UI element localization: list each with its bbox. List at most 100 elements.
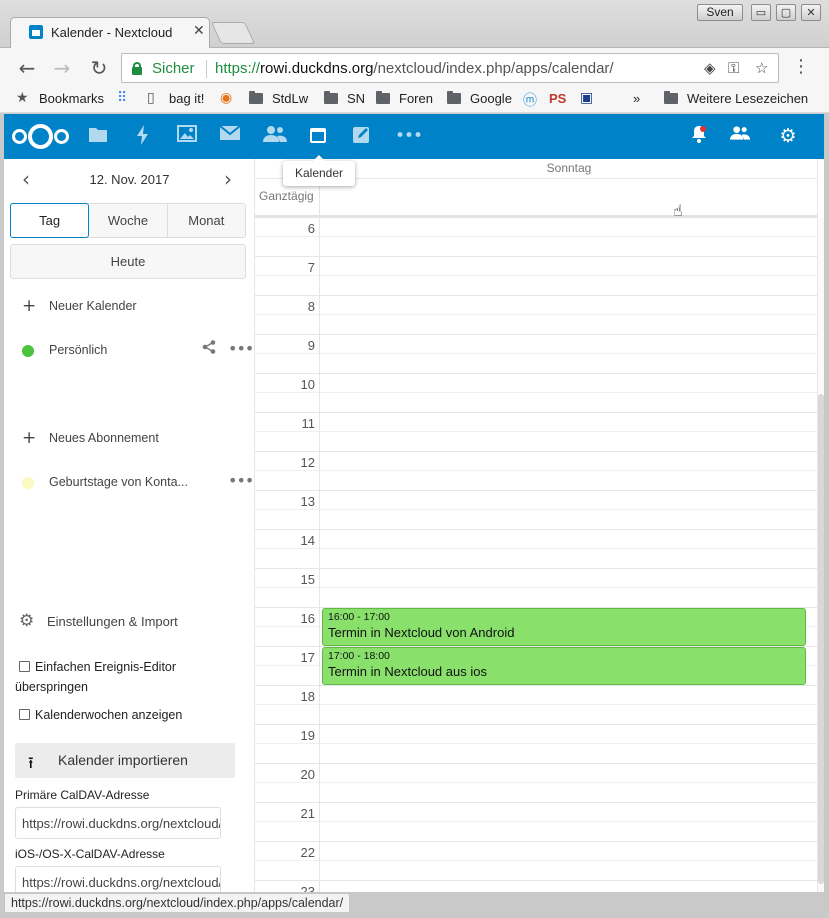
hour-line [255,880,817,881]
calendar-color-dot[interactable] [22,477,34,489]
files-icon[interactable] [87,125,109,147]
caldav-ios-input[interactable]: https://rowi.duckdns.org/nextcloud/remot… [15,866,221,892]
bookmark-ps[interactable]: PS [549,91,566,106]
skip-editor-option[interactable]: Einfachen Ereignis-Editor überspringen [15,657,245,697]
bookmark-foren[interactable]: Foren [376,91,433,106]
more-options-icon[interactable]: ••• [228,339,254,358]
share-icon[interactable] [202,340,216,358]
import-calendar-button[interactable]: ⭱ Kalender importieren [15,743,235,778]
hour-row[interactable]: 15 [255,568,817,607]
hour-row[interactable]: 9 [255,334,817,373]
time-column-divider [319,159,320,892]
window-close-button[interactable]: ✕ [801,4,821,21]
back-arrow-icon[interactable]: ← [15,56,39,80]
more-options-icon[interactable]: ••• [228,471,254,490]
hour-row[interactable]: 8 [255,295,817,334]
hour-line [255,529,817,530]
bookmark-google[interactable]: Google [447,91,512,106]
hour-label: 18 [300,689,315,704]
settings-import-toggle[interactable]: ⚙ Einstellungen & Import [4,607,254,637]
hour-label: 10 [300,377,315,392]
new-calendar-row[interactable]: + Neuer Kalender [4,291,254,321]
caldav-primary-input[interactable]: https://rowi.duckdns.org/nextcloud/remot… [15,807,221,839]
extension-icon[interactable]: ◈ [704,59,716,77]
view-week-button[interactable]: Woche [89,204,168,237]
site-favicon-icon: ◉ [220,90,233,106]
bookmark-bookmarks[interactable]: Bookmarks [39,91,104,106]
gallery-icon[interactable] [176,125,198,147]
bookmarks-star-icon: ★ [16,90,29,106]
forward-arrow-icon[interactable]: → [50,56,74,80]
more-apps-icon[interactable]: ••• [395,125,423,147]
hour-row[interactable]: 7 [255,256,817,295]
view-month-button[interactable]: Monat [168,204,245,237]
address-bar[interactable]: Sicher https://rowi.duckdns.org/nextclou… [121,53,779,83]
upload-icon: ⭱ [28,753,34,772]
hour-row[interactable]: 19 [255,724,817,763]
hour-row[interactable]: 20 [255,763,817,802]
hour-row[interactable]: 12 [255,451,817,490]
profile-badge[interactable]: Sven [697,4,743,21]
minimize-button[interactable]: ▭ [751,4,771,21]
new-tab-button[interactable] [210,22,256,44]
hour-row[interactable]: 18 [255,685,817,724]
hour-line [255,490,817,491]
subscription-item-birthdays[interactable]: Geburtstage von Konta... ••• [4,467,254,497]
url-text[interactable]: https://rowi.duckdns.org/nextcloud/index… [215,60,614,77]
site-logo-icon[interactable]: ▣ [580,90,593,106]
bookmark-star-icon[interactable]: ☆ [755,59,768,77]
nextcloud-logo-icon[interactable] [12,123,72,149]
scrollbar-thumb[interactable] [818,394,824,884]
hour-row[interactable]: 6 [255,217,817,256]
hour-row[interactable]: 21 [255,802,817,841]
folder-icon [664,91,678,104]
lock-icon [132,62,142,75]
today-button[interactable]: Heute [10,244,246,279]
user-menu-icon[interactable] [729,125,751,147]
mail-icon[interactable] [219,125,241,147]
current-date-label[interactable]: 12. Nov. 2017 [4,172,254,187]
next-day-chevron-icon[interactable]: › [224,167,232,191]
view-day-button[interactable]: Tag [10,203,90,238]
calendar-icon[interactable] [307,125,329,147]
maximize-button[interactable]: ▢ [776,4,796,21]
bookmarks-overflow-chevron[interactable]: » [633,91,640,106]
new-subscription-row[interactable]: + Neues Abonnement [4,423,254,453]
browser-menu-icon[interactable]: ⋮ [792,56,810,77]
notifications-icon[interactable] [688,125,710,147]
notes-icon[interactable] [351,125,373,147]
activity-icon[interactable] [132,125,154,147]
settings-gear-icon[interactable]: ⚙ [777,125,799,147]
week-numbers-option[interactable]: Kalenderwochen anzeigen [15,705,245,725]
hour-line [255,412,817,413]
browser-titlebar: Sven ▭ ▢ ✕ Kalender - Nextcloud ✕ [0,0,829,49]
calendar-color-dot[interactable] [22,345,34,357]
page-icon: ▯ [147,90,155,106]
bookmarks-bar: ★ Bookmarks ⠿ ▯ bag it! ◉ StdLw SN Foren… [0,88,829,113]
hour-row[interactable]: 23 [255,880,817,892]
half-hour-line [255,587,817,588]
hour-row[interactable]: 13 [255,490,817,529]
calendar-event[interactable]: 17:00 - 18:00 Termin in Nextcloud aus ios [322,647,806,685]
hour-label: 8 [307,299,315,314]
hour-row[interactable]: 22 [255,841,817,880]
bookmark-sn[interactable]: SN [324,91,365,106]
calendar-item-persoenlich[interactable]: Persönlich ••• [4,335,254,365]
skip-editor-checkbox[interactable] [19,661,30,672]
bookmark-bag-it[interactable]: bag it! [169,91,204,106]
reload-icon[interactable]: ↻ [87,56,111,80]
hour-row[interactable]: 14 [255,529,817,568]
half-hour-line [255,236,817,237]
hour-row[interactable]: 10 [255,373,817,412]
apps-grid-icon[interactable]: ⠿ [117,90,127,106]
hour-row[interactable]: 11 [255,412,817,451]
week-numbers-checkbox[interactable] [19,709,30,720]
tab-close-icon[interactable]: ✕ [193,23,205,39]
bookmark-stdlw[interactable]: StdLw [249,91,308,106]
bookmark-other[interactable]: Weitere Lesezeichen [664,91,808,106]
contacts-icon[interactable] [263,125,287,147]
calendar-event[interactable]: 16:00 - 17:00 Termin in Nextcloud von And… [322,608,806,646]
mastodon-icon[interactable]: ⓜ [523,90,537,110]
browser-tab-active[interactable]: Kalender - Nextcloud ✕ [10,17,210,49]
key-icon[interactable]: ⚿ [728,59,739,77]
